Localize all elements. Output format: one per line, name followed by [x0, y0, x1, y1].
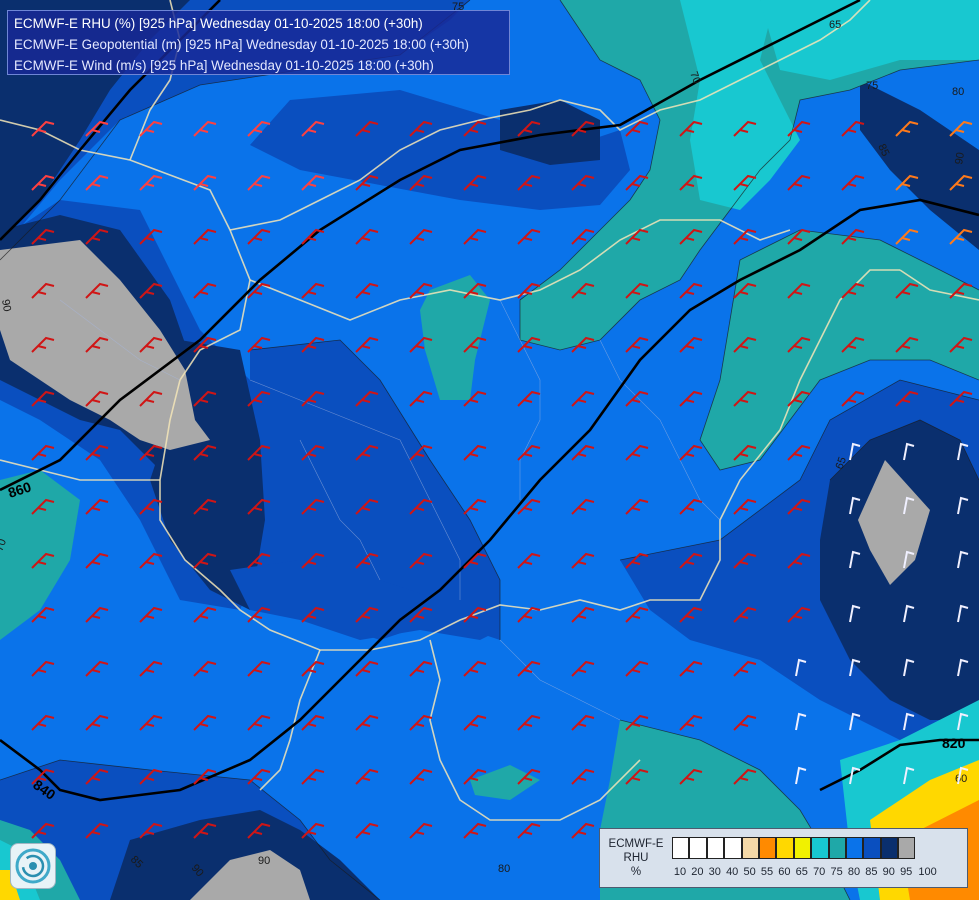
legend-tick-label: 85 — [865, 866, 878, 878]
legend-swatch — [863, 837, 881, 859]
geopotential-label-820: 820 — [942, 735, 966, 751]
rhu-legend: ECMWF-E RHU % 10 20 30 40 50 55 60 65 70 75 80 85 90… — [599, 828, 968, 888]
legend-swatch — [811, 837, 829, 859]
legend-title-model: ECMWF-E — [608, 838, 664, 850]
title-line-geopotential: ECMWF-E Geopotential (m) [925 hPa] Wedne… — [14, 37, 469, 52]
rhu-map: 860 840 820 75 65 70 75 80 85 90 90 70 6… — [0, 0, 979, 900]
legend-tick-label: 75 — [830, 866, 843, 878]
legend-swatch — [793, 837, 812, 859]
legend-swatch — [741, 837, 759, 859]
legend-tick-label: 60 — [778, 866, 791, 878]
legend-tick-label: 30 — [708, 866, 721, 878]
rhu-label: 75 — [866, 80, 878, 92]
rhu-label: 90 — [258, 855, 270, 867]
legend-tick-label: 50 — [743, 866, 756, 878]
legend-swatch — [898, 837, 916, 859]
rhu-label: 80 — [952, 86, 964, 98]
legend-title-variable: RHU — [623, 852, 649, 864]
rhu-label: 90 — [953, 151, 967, 165]
legend-swatch — [706, 837, 725, 859]
legend-tick-label: 95 — [900, 866, 913, 878]
legend-tick-label: 55 — [760, 866, 774, 878]
rhu-label: 90 — [0, 298, 13, 312]
rhu-label: 65 — [829, 19, 841, 31]
legend-swatch — [758, 837, 777, 859]
legend-swatch — [776, 837, 794, 859]
ecmwf-swirl-logo-icon — [10, 843, 56, 889]
legend-tick-label: 20 — [691, 866, 704, 878]
legend-tick-label: 90 — [882, 866, 895, 878]
map-title-box: ECMWF-E RHU (%) [925 hPa] Wednesday 01-1… — [7, 10, 510, 75]
legend-title-unit: % — [630, 866, 642, 878]
legend-swatch — [828, 837, 846, 859]
legend-tick-label: 80 — [847, 866, 861, 878]
legend-title: ECMWF-E RHU % — [604, 837, 668, 879]
legend-tick-label: 100 — [918, 866, 937, 878]
legend-swatch — [672, 837, 690, 859]
legend-swatch — [689, 837, 707, 859]
legend-swatch — [724, 837, 742, 859]
legend-tick-label: 10 — [673, 866, 687, 878]
rhu-label: 60 — [955, 773, 967, 785]
legend-tick-label: 65 — [795, 866, 808, 878]
legend-tick-label: 70 — [813, 866, 826, 878]
legend-swatch — [845, 837, 864, 859]
title-line-wind: ECMWF-E Wind (m/s) [925 hPa] Wednesday 0… — [14, 58, 434, 73]
legend-tick-label: 40 — [726, 866, 739, 878]
legend-swatches — [672, 837, 916, 859]
legend-swatch — [880, 837, 899, 859]
title-line-rhu: ECMWF-E RHU (%) [925 hPa] Wednesday 01-1… — [14, 16, 423, 31]
rhu-label: 80 — [498, 863, 510, 875]
